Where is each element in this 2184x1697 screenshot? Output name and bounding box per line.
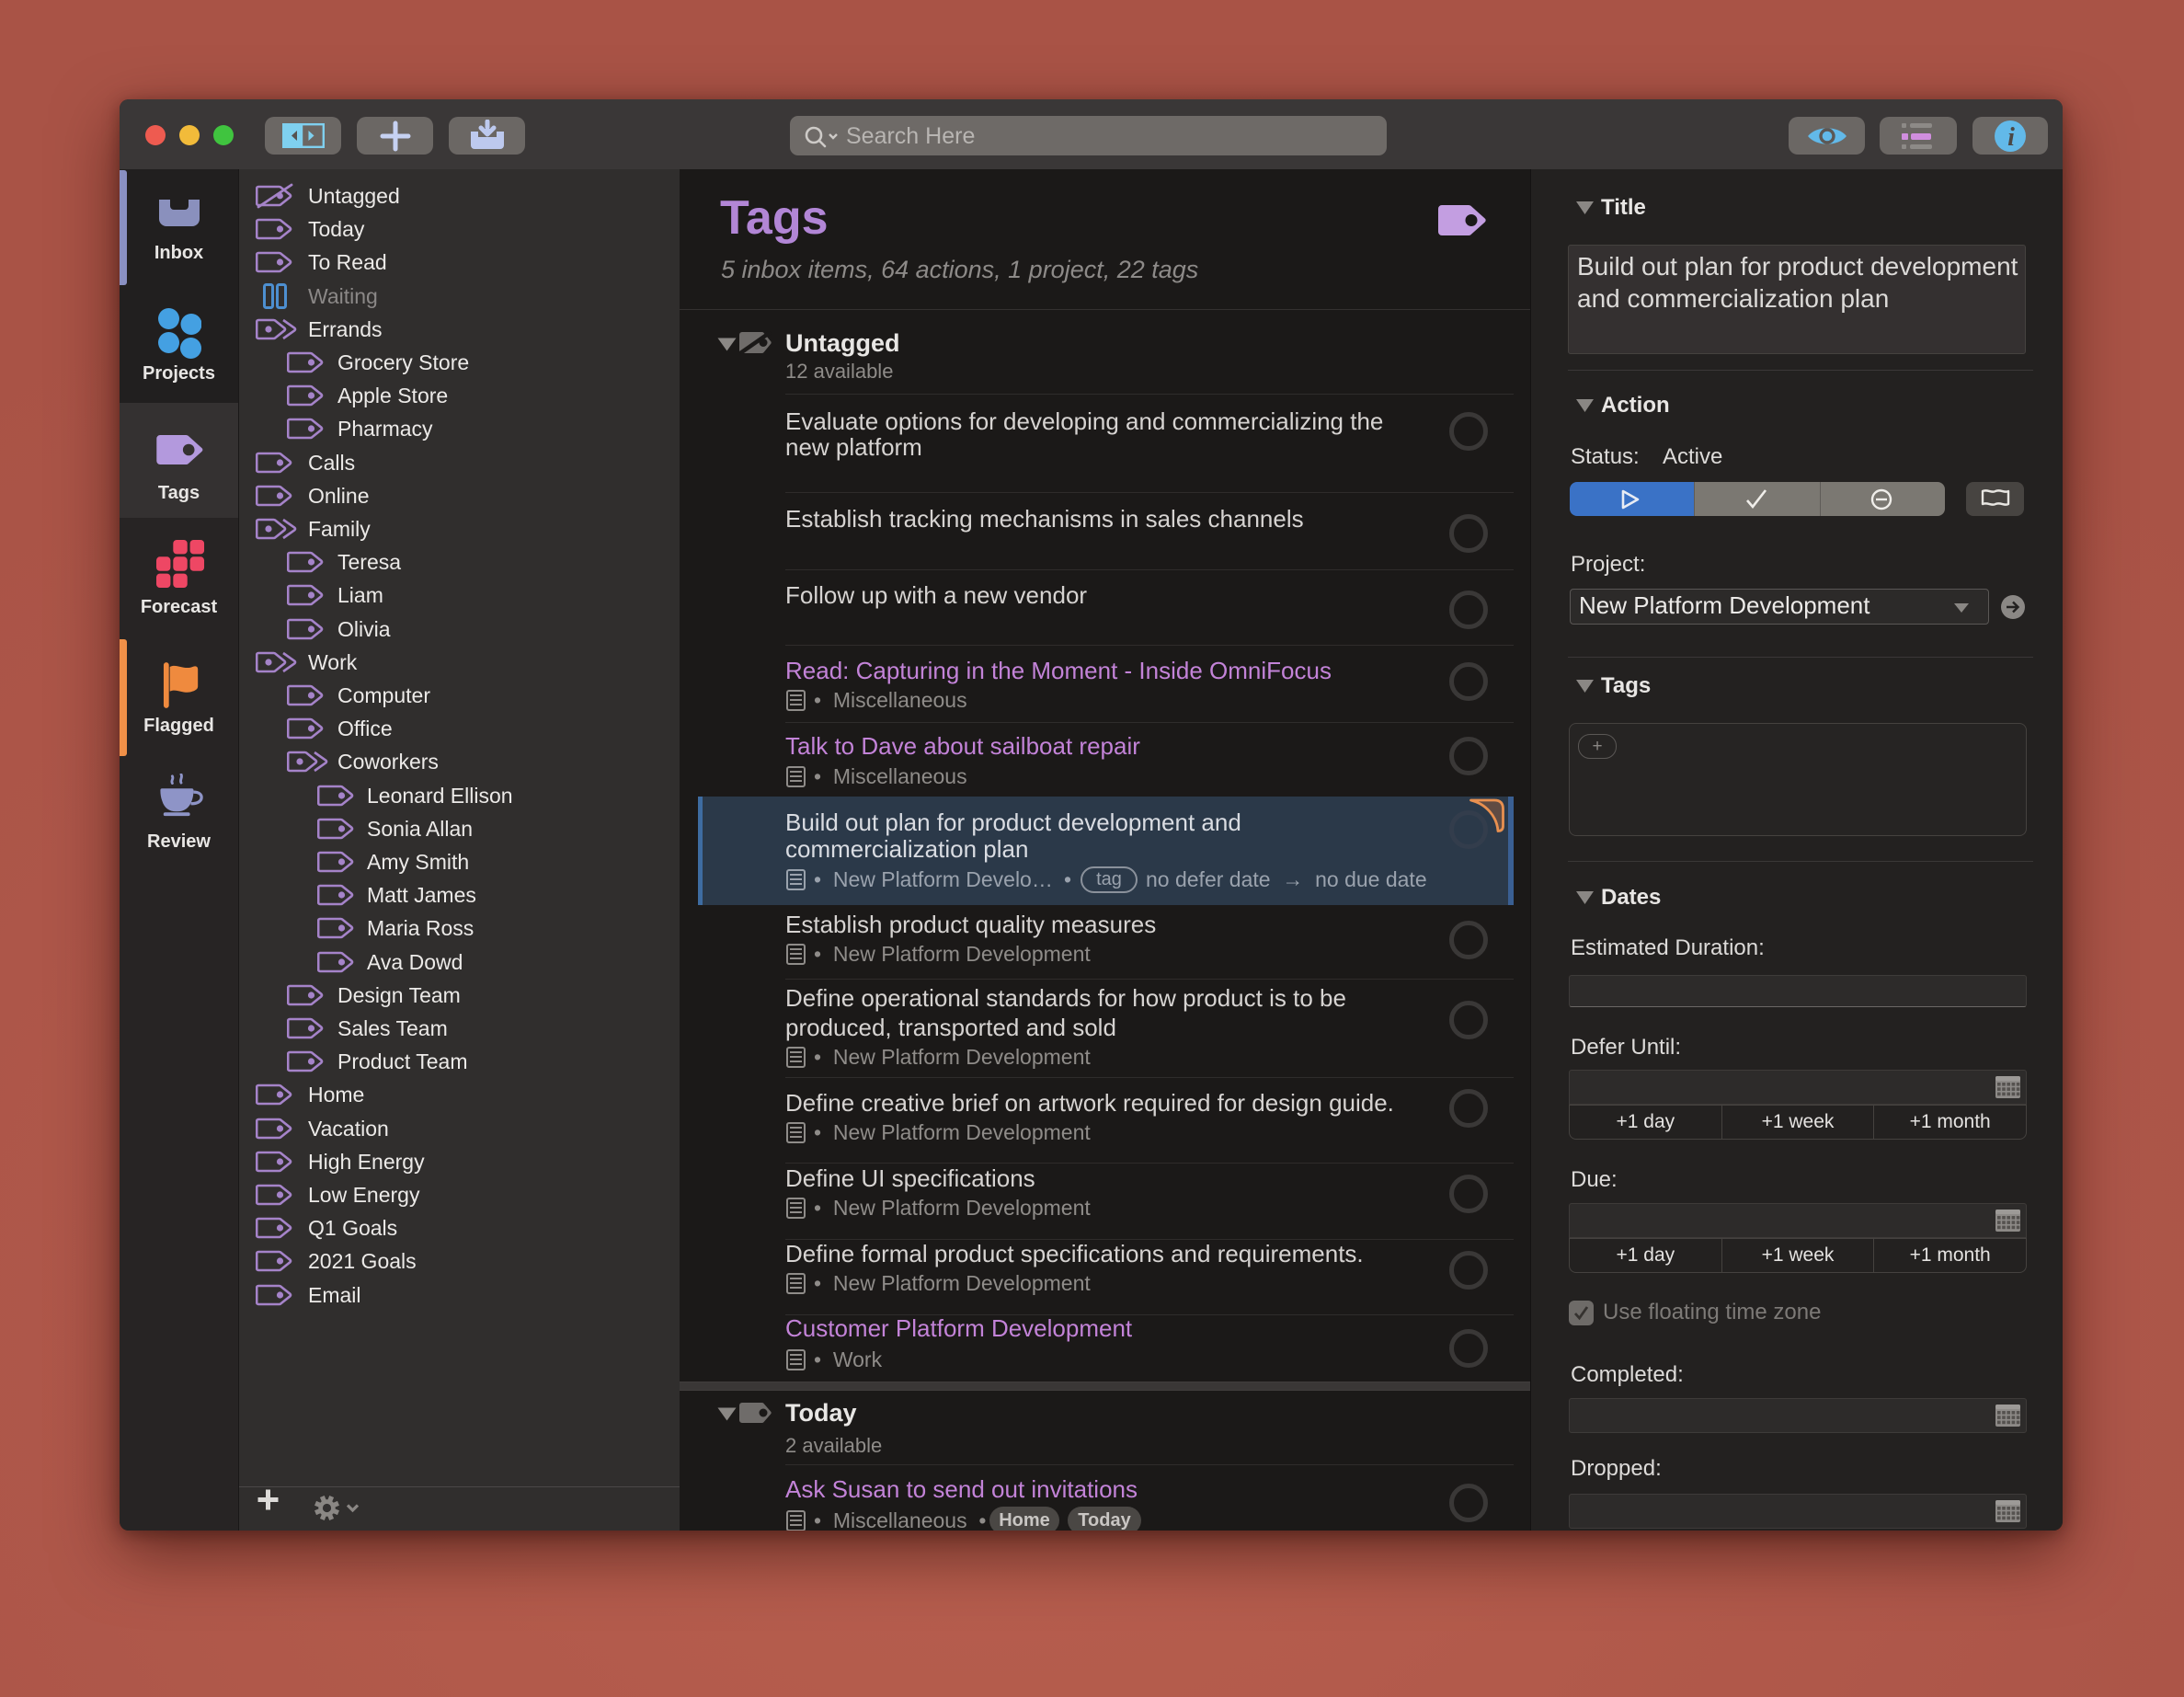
svg-text:i: i xyxy=(2007,123,2015,152)
